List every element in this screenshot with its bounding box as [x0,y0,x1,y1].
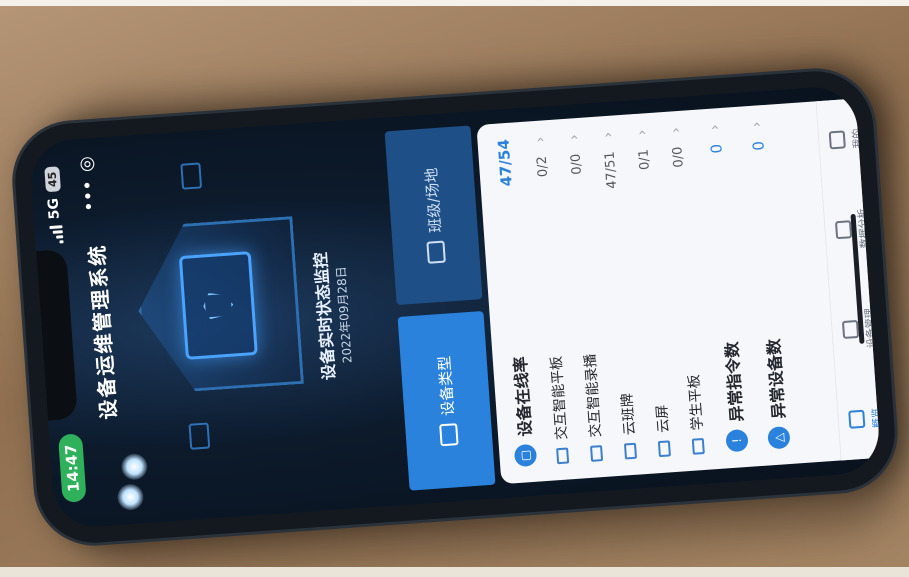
chevron-right-icon: › [668,126,685,134]
alert-icon: ! [725,428,749,453]
tabbar-label: 概览 [870,407,882,429]
app-title: 设备运维管理系统 [84,243,121,421]
tab-class-venue[interactable]: 班级/场地 [384,125,483,306]
tabbar-overview[interactable]: 概览 [847,407,882,429]
phone-body: 14:47 5G 45 设备运维管理系统 ••• ◎ 设备实时状态监控 2022… [11,67,899,547]
warning-icon: △ [767,425,791,450]
class-board-icon [623,442,638,460]
chevron-right-icon: › [566,133,583,141]
hero-banner: 设备实时状态监控 2022年09月28日 [108,118,404,524]
classroom-icon [426,240,446,264]
row-value: 0/1 [635,148,653,171]
tab-label: 设备类型 [434,355,458,417]
tablet-icon [691,437,705,455]
abnormal-devices-value: 0 [749,140,768,152]
chevron-right-icon: › [532,136,549,143]
shield-icon [202,291,234,319]
status-time: 14:47 [57,433,87,503]
chart-icon [834,220,852,240]
mini-program-capsule[interactable]: ••• ◎ [76,156,101,213]
monitor-icon [178,251,258,360]
chevron-right-icon: › [634,128,651,136]
row-value: 0/0 [669,146,687,169]
battery-icon: 45 [43,166,61,193]
tabbar-mine[interactable]: 我的 [828,128,863,150]
chevron-right-icon: › [706,123,724,131]
tv-icon [439,423,459,447]
row-value: 47/51 [602,150,620,190]
network-label: 5G [45,197,63,220]
smart-panel-icon [556,447,570,465]
home-icon [847,409,865,429]
laptop-icon [188,422,211,450]
cloud-screen-icon [657,440,671,458]
tab-label: 班级/场地 [421,167,445,234]
row-value: 0/2 [534,155,551,178]
online-rate-value: 47/54 [494,138,516,187]
chevron-right-icon: › [748,120,766,128]
phone-screen: 14:47 5G 45 设备运维管理系统 ••• ◎ 设备实时状态监控 2022… [28,84,882,530]
speaker-icon [180,162,203,190]
status-indicators: 5G 45 [43,166,64,244]
chevron-right-icon: › [600,131,617,139]
abnormal-commands-value: 0 [707,143,726,155]
online-icon: ▢ [513,443,538,468]
user-icon [828,130,846,150]
recording-icon [590,445,604,462]
photo-bottom-border [0,567,909,577]
tab-device-type[interactable]: 设备类型 [397,311,496,491]
close-icon[interactable]: ◎ [76,156,98,173]
signal-icon [48,224,64,244]
view-tabs: 设备类型 班级/场地 [384,125,496,491]
more-icon[interactable]: ••• [77,179,100,212]
device-manage-icon [841,319,859,340]
photo-top-border [0,0,909,6]
row-value: 0/0 [568,153,585,176]
tabbar-label: 我的 [851,128,864,149]
